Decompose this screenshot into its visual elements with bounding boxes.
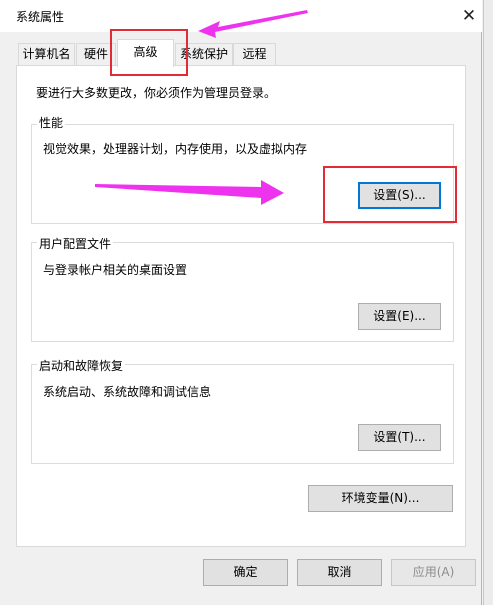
arrow-to-advanced-tab-icon (198, 10, 308, 38)
arrow-to-settings-button-icon (95, 180, 284, 205)
annotation-arrows (95, 10, 308, 205)
